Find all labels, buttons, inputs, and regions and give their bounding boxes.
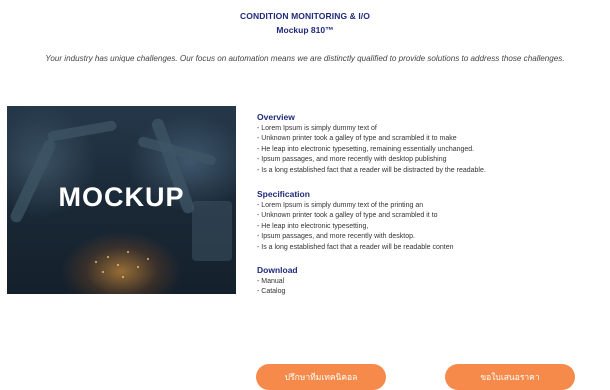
consult-technical-team-button[interactable]: ปรึกษาทีมเทคนิคอล	[256, 364, 386, 390]
tagline: Your industry has unique challenges. Our…	[45, 54, 565, 63]
product-image: MOCKUP	[7, 106, 236, 294]
specification-item: - Ipsum passages, and more recently with…	[257, 233, 415, 241]
overview-item: - Is a long established fact that a read…	[257, 166, 486, 174]
download-catalog-link[interactable]: - Catalog	[257, 287, 602, 297]
download-heading: Download	[257, 265, 298, 276]
specification-item: - Unknown printer took a galley of type …	[257, 212, 438, 220]
product-details: Overview - Lorem Ipsum is simply dummy t…	[257, 112, 602, 298]
overview-heading: Overview	[257, 112, 295, 122]
overview-item: - Unknown printer took a galley of type …	[257, 135, 457, 143]
download-manual-link[interactable]: - Manual	[257, 277, 602, 287]
overview-item: - He leap into electronic typesetting, r…	[257, 145, 475, 153]
specification-heading: Specification	[257, 189, 310, 200]
specification-item: - He leap into electronic typesetting,	[257, 222, 369, 230]
overview-item: - Lorem Ipsum is simply dummy text of	[257, 125, 377, 132]
product-name: Mockup 810™	[276, 25, 334, 35]
request-quotation-button[interactable]: ขอใบเสนอราคา	[445, 364, 575, 390]
overview-item: - Ipsum passages, and more recently with…	[257, 156, 447, 164]
specification-item: - Is a long established fact that a read…	[257, 243, 454, 251]
page-title: CONDITION MONITORING & I/O	[240, 11, 370, 21]
specification-item: - Lorem Ipsum is simply dummy text of th…	[257, 202, 424, 210]
hero-mockup-text: MOCKUP	[58, 182, 185, 212]
